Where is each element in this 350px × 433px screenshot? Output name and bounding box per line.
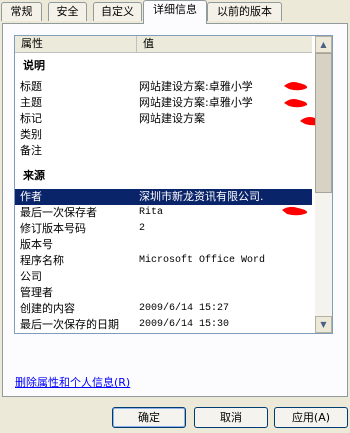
row-subject[interactable]: 主题 网站建设方案:卓雅小学 [15,95,312,111]
property-value: 网站建设方案 [139,112,205,125]
row-last-saved-by[interactable]: 最后一次保存者 Rita [15,205,312,221]
red-marker-title [284,82,308,91]
row-version-number[interactable]: 版本号 [15,237,312,253]
property-name: 版本号 [20,238,53,251]
apply-button[interactable]: 应用(A) [274,407,348,428]
property-name: 最后一次保存者 [20,206,97,219]
property-name: 公司 [20,270,42,283]
property-list[interactable]: 属性 值 说明 标题 网站建设方案:卓雅小学 主题 网站建设方案:卓雅小学 标记 网站… [14,35,333,334]
property-value: 深圳市新龙资讯有限公司. [139,190,264,203]
property-name: 程序名称 [20,254,64,267]
section-description: 说明 [23,59,45,72]
property-name: 标题 [20,80,42,93]
row-date-last-saved[interactable]: 最后一次保存的日期 2009/6/14 15:30 [15,317,312,333]
property-name: 主题 [20,96,42,109]
tab-details[interactable]: 详细信息 [143,0,207,24]
row-comments[interactable]: 备注 [15,143,312,159]
red-marker-author [282,206,308,216]
property-name: 创建的内容 [20,302,75,315]
scroll-up-icon[interactable]: ▲ [315,36,332,53]
row-category[interactable]: 类别 [15,127,312,143]
row-author[interactable]: 作者 深圳市新龙资讯有限公司. [15,189,312,205]
list-header: 属性 值 [15,36,312,53]
red-marker-subject [284,99,308,108]
column-value[interactable]: 值 [137,36,312,52]
row-company[interactable]: 公司 [15,269,312,285]
remove-properties-link[interactable]: 删除属性和个人信息(R) [15,374,130,390]
cancel-button[interactable]: 取消 [194,407,268,428]
tab-previous-versions[interactable]: 以前的版本 [207,2,282,21]
property-name: 作者 [20,190,42,203]
property-value: Microsoft Office Word [139,255,266,266]
property-name: 类别 [20,128,42,141]
row-content-created[interactable]: 创建的内容 2009/6/14 15:27 [15,301,312,317]
property-name: 标记 [20,112,42,125]
scroll-thumb[interactable] [315,53,332,193]
property-name: 管理者 [20,286,53,299]
tab-security[interactable]: 安全 [48,2,87,21]
row-revision-number[interactable]: 修订版本号码 2 [15,221,312,237]
scroll-down-icon[interactable]: ▼ [315,316,332,333]
property-name: 备注 [20,144,42,157]
row-manager[interactable]: 管理者 [15,285,312,301]
property-value: 2009/6/14 15:30 [139,319,230,330]
property-value: 2009/6/14 15:27 [139,303,230,314]
tab-strip: 常规 安全 自定义 详细信息 以前的版本 [0,0,350,24]
ok-button[interactable]: 确定 [112,407,186,428]
tab-custom[interactable]: 自定义 [93,2,142,21]
tab-general[interactable]: 常规 [1,2,42,21]
list-rows: 说明 标题 网站建设方案:卓雅小学 主题 网站建设方案:卓雅小学 标记 网站建设方案 … [15,53,312,333]
column-property[interactable]: 属性 [15,36,137,52]
row-tags[interactable]: 标记 网站建设方案 [15,111,312,127]
property-name: 最后一次保存的日期 [20,318,119,331]
vertical-scrollbar[interactable]: ▲ ▼ [315,36,332,333]
row-program-name[interactable]: 程序名称 Microsoft Office Word [15,253,312,269]
property-name: 修订版本号码 [20,222,86,235]
property-value: 2 [139,223,146,234]
section-origin: 来源 [23,169,45,182]
row-title[interactable]: 标题 网站建设方案:卓雅小学 [15,79,312,95]
details-panel: 属性 值 说明 标题 网站建设方案:卓雅小学 主题 网站建设方案:卓雅小学 标记 网站… [2,23,348,397]
